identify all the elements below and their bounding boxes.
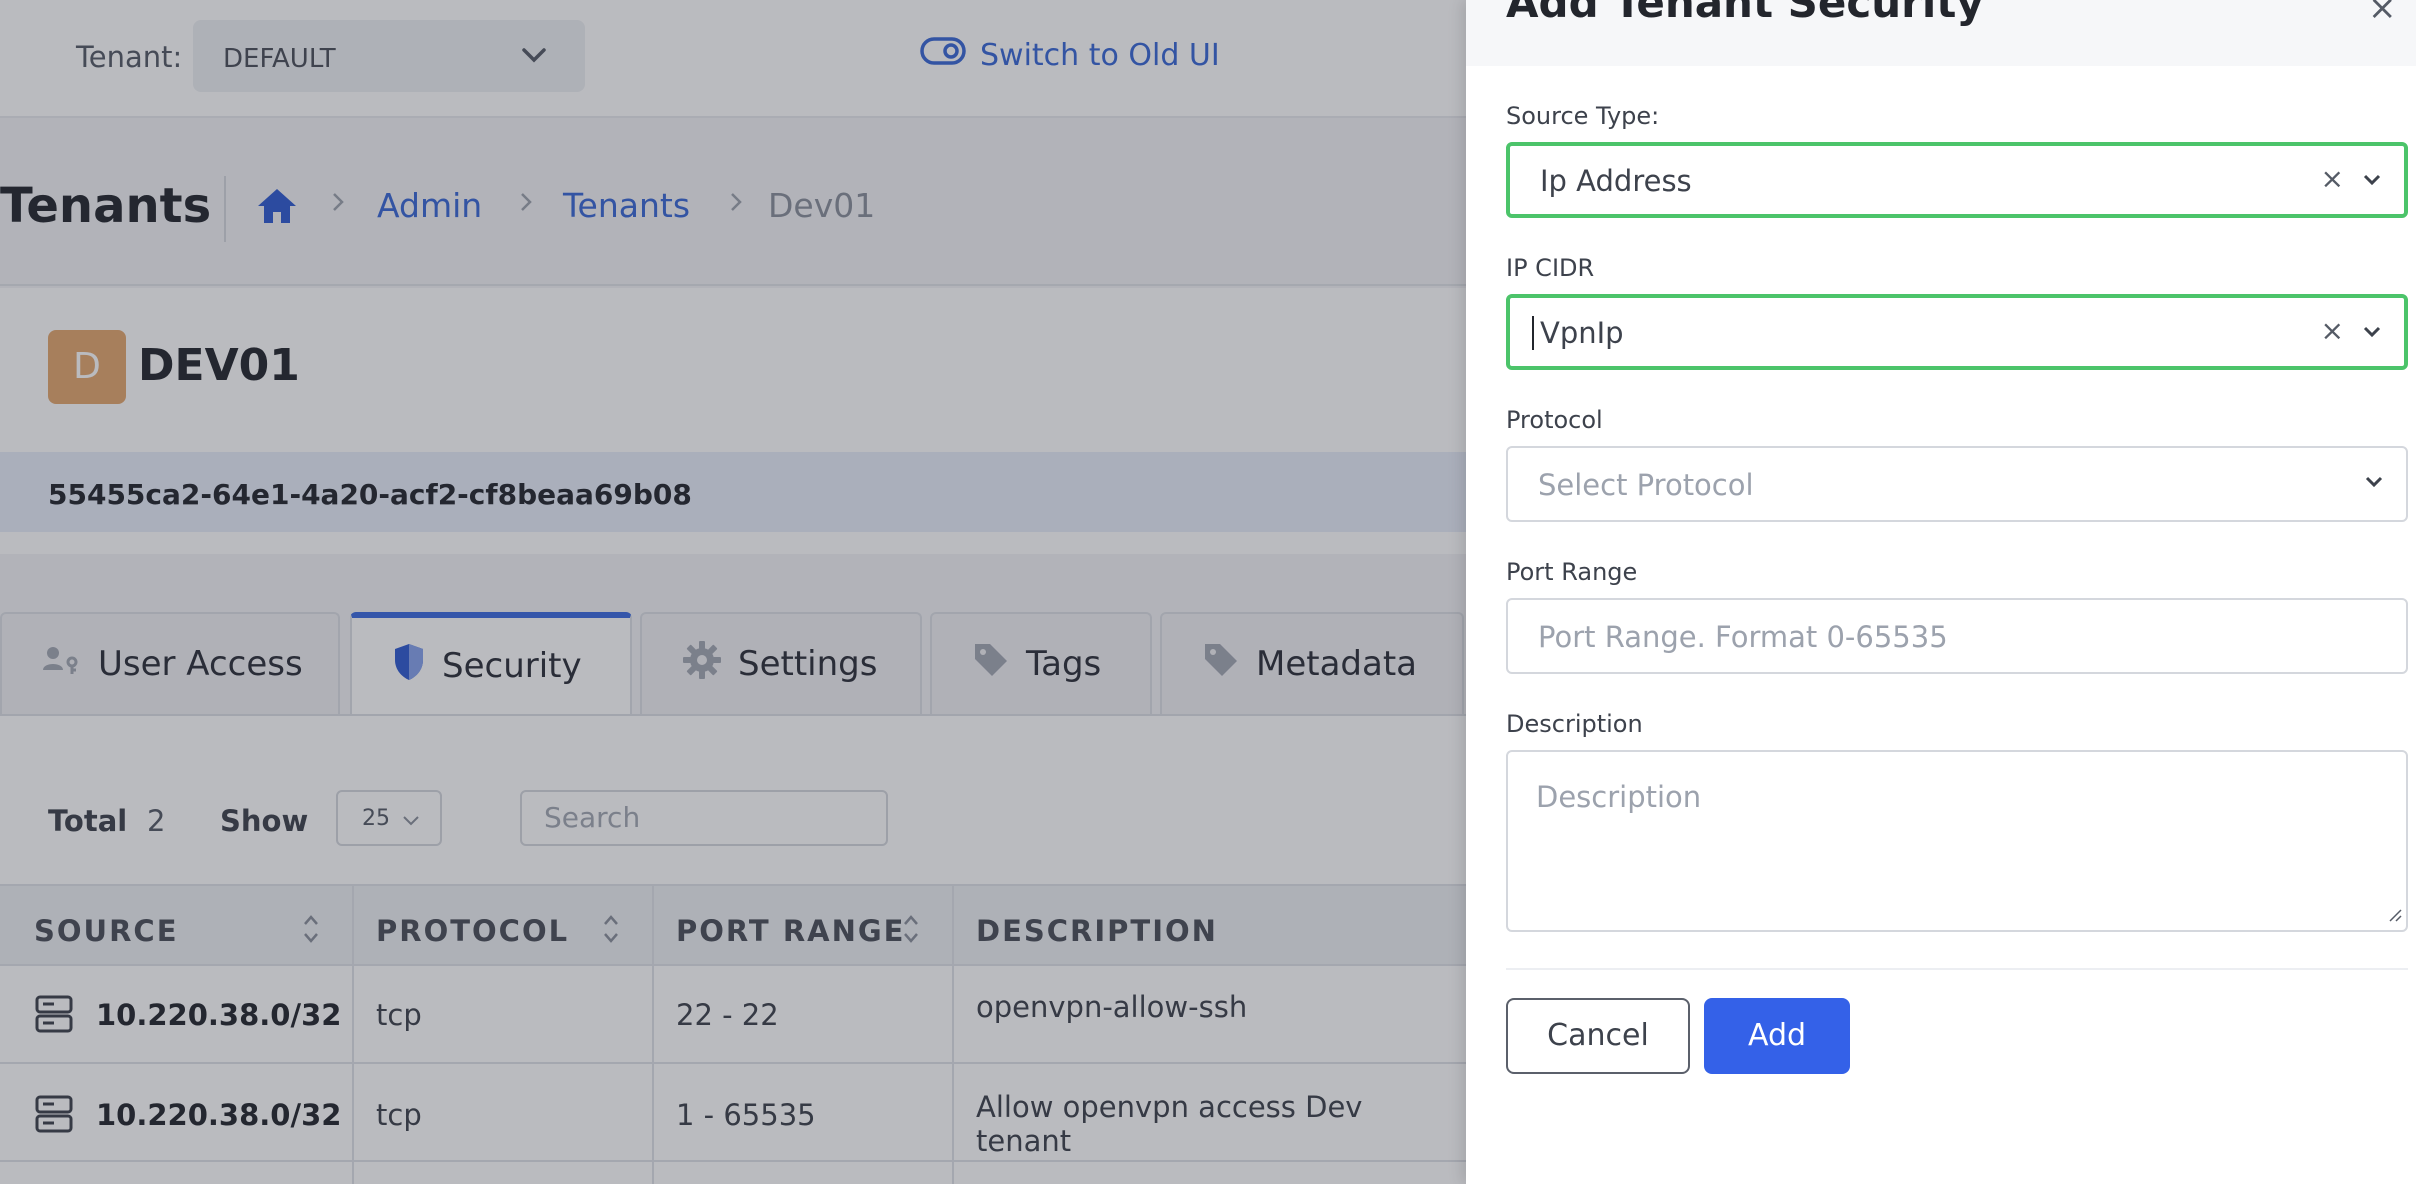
source-type-value: Ip Address (1540, 164, 1692, 198)
add-button[interactable]: Add (1704, 998, 1850, 1074)
source-type-select[interactable]: Ip Address × (1506, 142, 2408, 218)
protocol-label: Protocol (1506, 406, 1603, 434)
port-range-placeholder: Port Range. Format 0-65535 (1538, 620, 1948, 654)
close-icon[interactable]: × (2368, 0, 2397, 28)
clear-icon[interactable]: × (2321, 162, 2344, 195)
ip-cidr-label: IP CIDR (1506, 254, 1595, 282)
text-caret (1532, 316, 1534, 350)
description-placeholder: Description (1536, 780, 1702, 814)
clear-icon[interactable]: × (2321, 314, 2344, 347)
protocol-placeholder: Select Protocol (1538, 468, 1754, 502)
add-tenant-security-panel: Add Tenant Security × Source Type: Ip Ad… (1466, 0, 2416, 1184)
source-type-label: Source Type: (1506, 102, 1660, 130)
chevron-down-icon[interactable] (2364, 474, 2384, 493)
resize-handle-icon[interactable] (2386, 906, 2402, 926)
panel-header: Add Tenant Security × (1466, 0, 2416, 66)
cancel-button[interactable]: Cancel (1506, 998, 1690, 1074)
ip-cidr-value: VpnIp (1540, 316, 1624, 350)
modal-backdrop[interactable] (0, 0, 1466, 1184)
protocol-select[interactable]: Select Protocol (1506, 446, 2408, 522)
description-textarea[interactable]: Description (1506, 750, 2408, 932)
panel-divider (1506, 968, 2408, 970)
port-range-input[interactable]: Port Range. Format 0-65535 (1506, 598, 2408, 674)
chevron-down-icon[interactable] (2362, 324, 2382, 343)
panel-title: Add Tenant Security (1506, 0, 1984, 27)
port-range-label: Port Range (1506, 558, 1638, 586)
ip-cidr-select[interactable]: VpnIp × (1506, 294, 2408, 370)
description-label: Description (1506, 710, 1643, 738)
chevron-down-icon[interactable] (2362, 172, 2382, 191)
